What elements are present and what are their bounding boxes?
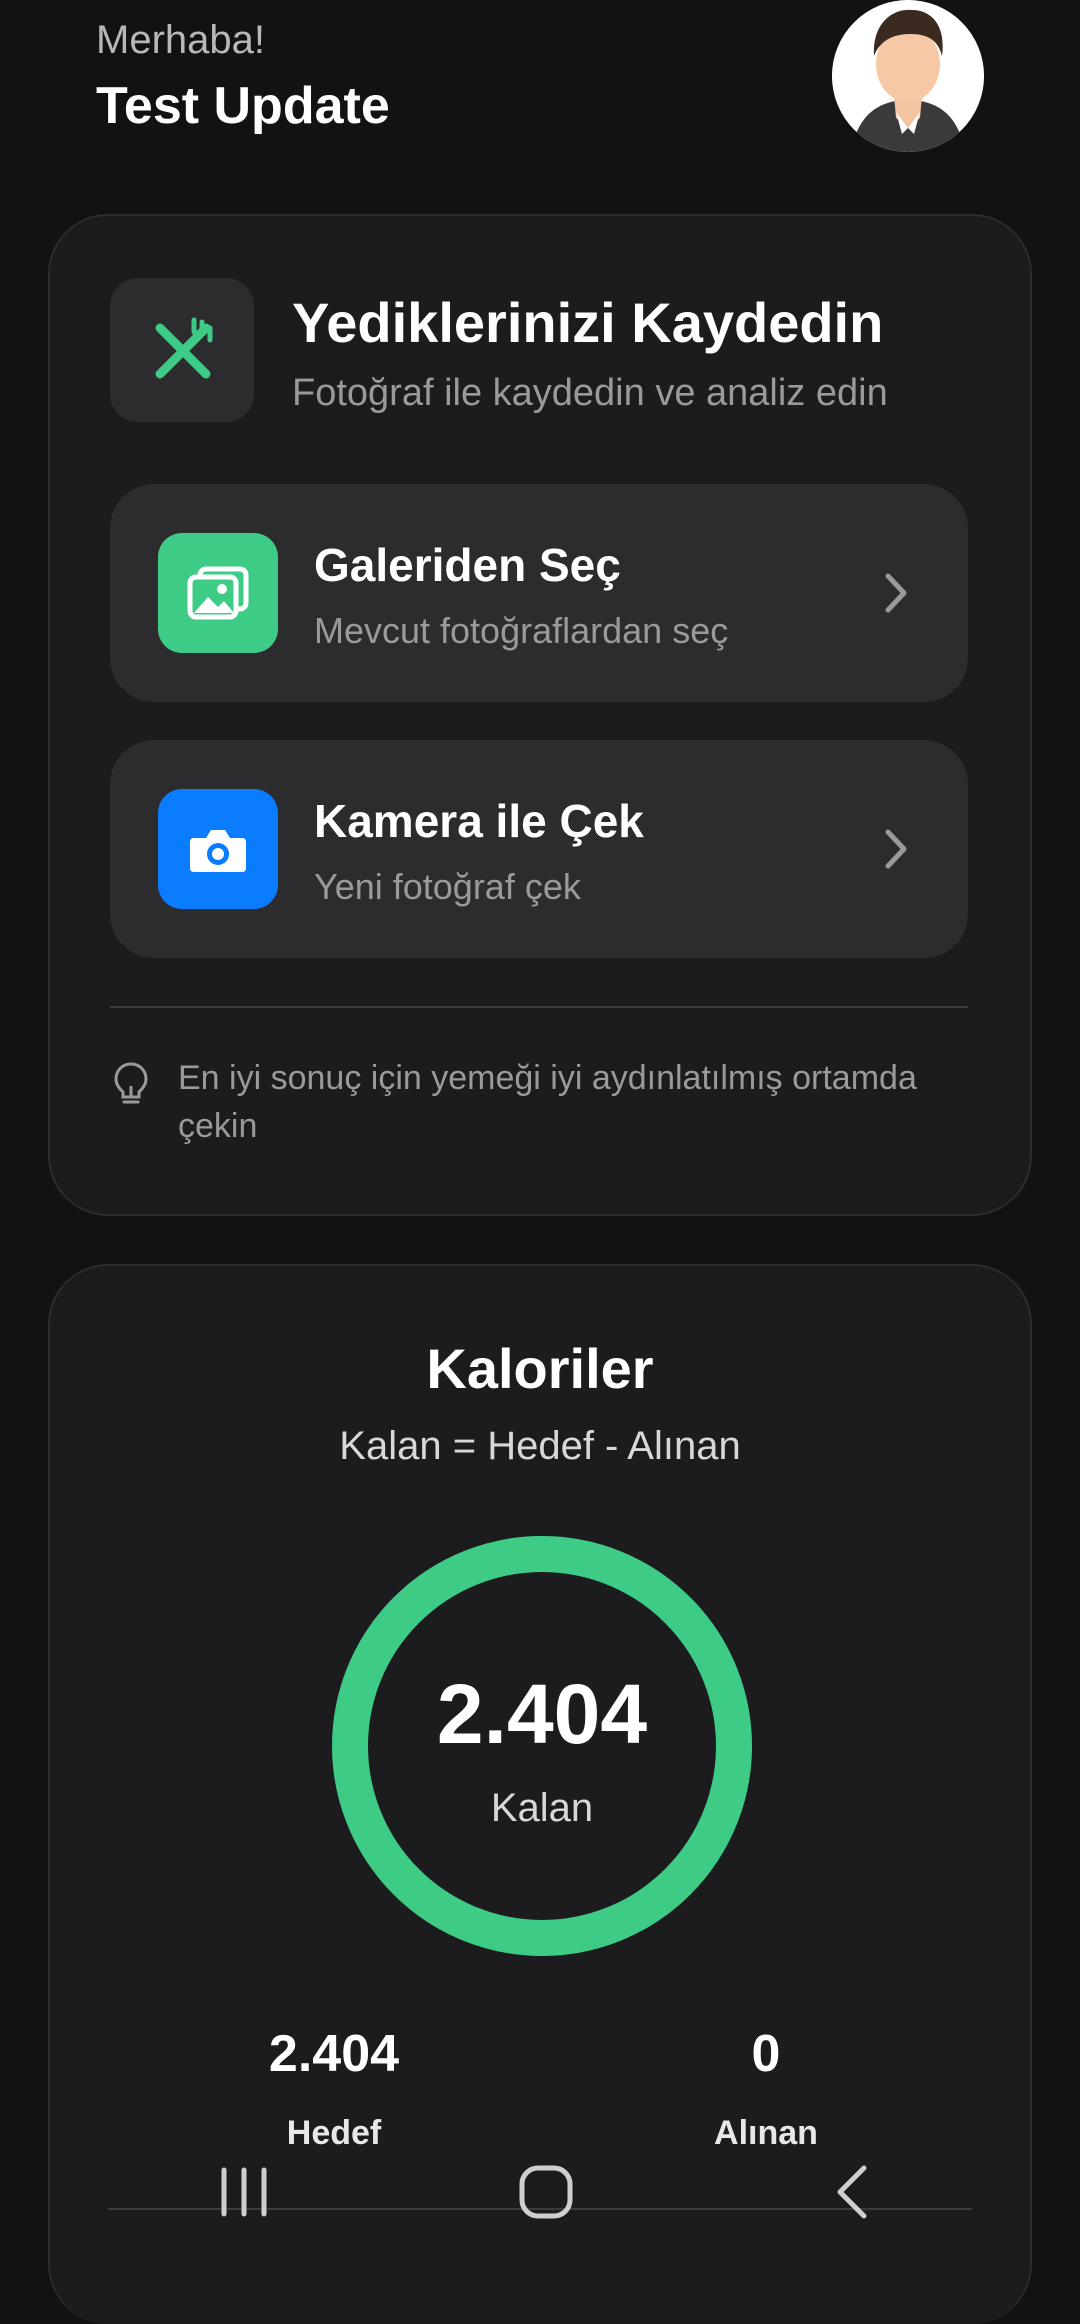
camera-icon-box <box>158 789 278 909</box>
system-nav-bar <box>0 2140 1080 2260</box>
taken-stat: 0 Alınan <box>636 2024 896 2153</box>
camera-icon <box>190 830 246 872</box>
log-meal-subtitle: Fotoğraf ile kaydedin ve analiz edin <box>292 372 888 414</box>
log-meal-card: Yediklerinizi Kaydedin Fotoğraf ile kayd… <box>48 214 1032 1216</box>
calories-title: Kaloriler <box>426 1337 654 1400</box>
fork-knife-icon <box>155 317 213 379</box>
gallery-icon-box <box>158 533 278 653</box>
user-name: Test Update <box>96 77 390 135</box>
target-stat: 2.404 Hedef <box>204 2024 464 2153</box>
gallery-option-subtitle: Mevcut fotoğraflardan seç <box>314 610 729 651</box>
camera-option-button[interactable]: Kamera ile Çek Yeni fotoğraf çek <box>110 740 968 958</box>
back-icon[interactable] <box>810 2162 890 2222</box>
chevron-right-icon <box>885 573 907 613</box>
taken-value: 0 <box>751 2025 781 2083</box>
greeting-text: Merhaba! <box>96 18 265 62</box>
lightbulb-icon <box>114 1062 148 1104</box>
recent-apps-icon[interactable] <box>204 2162 284 2222</box>
calories-formula: Kalan = Hedef - Alınan <box>339 1424 741 1468</box>
gallery-icon <box>187 566 249 620</box>
target-value: 2.404 <box>268 2025 400 2083</box>
remaining-calories-label: Kalan <box>490 1786 594 1830</box>
log-meal-icon-box <box>110 278 254 422</box>
gallery-option-title: Galeriden Seç <box>314 539 621 591</box>
avatar[interactable] <box>832 0 984 152</box>
user-avatar-icon <box>832 0 984 152</box>
home-icon[interactable] <box>506 2162 586 2222</box>
camera-option-title: Kamera ile Çek <box>314 795 644 847</box>
remaining-calories-value: 2.404 <box>436 1667 648 1761</box>
divider <box>110 1006 968 1008</box>
log-meal-title: Yediklerinizi Kaydedin <box>292 291 884 354</box>
chevron-right-icon <box>885 829 907 869</box>
gallery-option-button[interactable]: Galeriden Seç Mevcut fotoğraflardan seç <box>110 484 968 702</box>
camera-option-subtitle: Yeni fotoğraf çek <box>314 866 581 907</box>
tip-text: En iyi sonuç için yemeği iyi aydınlatılm… <box>178 1059 917 1145</box>
